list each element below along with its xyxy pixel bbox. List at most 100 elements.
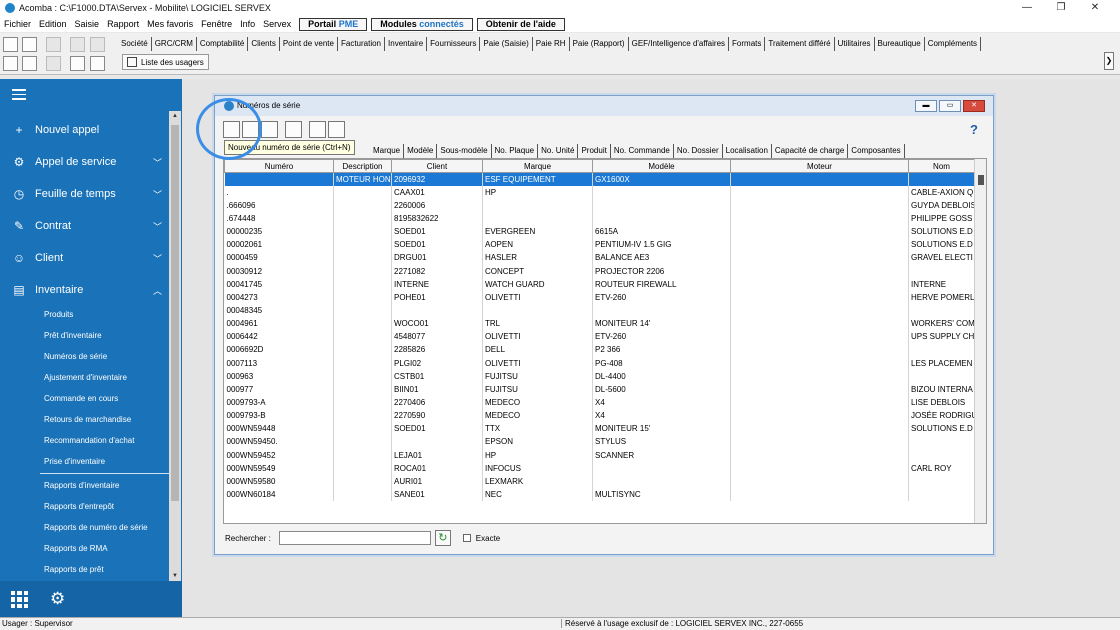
module-tab-fournisseurs[interactable]: Fournisseurs [427,37,481,51]
menu-info[interactable]: Info [240,19,255,29]
table-row[interactable]: 000WN59452 LEJA01 HP SCANNER [224,448,975,462]
table-row[interactable]: 0009793-B 2270590 MEDECO X4 JOSÉE RODRIGU [224,409,975,423]
sidebar-subitem-pret-d-inventaire[interactable]: Prêt d'inventaire [44,331,102,340]
menu-servex[interactable]: Servex [263,19,291,29]
chevron-icon[interactable]: ﹀ [153,220,162,233]
table-row[interactable]: 0000459 DRGU01 HASLER BALANCE AE3 GRAVEL ELE… [224,251,975,265]
undo-icon[interactable] [46,37,61,52]
toolbar-scroll-right-icon[interactable]: ❯ [1104,52,1114,70]
duplicate-serial-icon[interactable] [261,121,278,138]
table-row[interactable]: 00000235 SOED01 EVERGREEN 6615A SOLUTIONS E.… [224,225,975,239]
sidebar-subitem-rapports-de-numero-de-serie[interactable]: Rapports de numéro de série [44,523,148,532]
chevron-icon[interactable]: ﹀ [153,252,162,265]
dialog-minimize-icon[interactable]: ▬ [915,100,937,112]
filter-tab-no-plaque[interactable]: No. Plaque [492,144,539,158]
grid-vertical-scrollbar[interactable] [974,159,986,523]
chevron-icon[interactable]: ﹀ [153,188,162,201]
filter-tab-localisation[interactable]: Localisation [723,144,772,158]
search-go-icon[interactable]: ↻ [434,530,451,546]
cut-tool-icon[interactable] [3,37,18,52]
paste-icon[interactable] [70,56,85,71]
help-icon[interactable]: ? [970,122,978,137]
menu-favoris[interactable]: Mes favoris [147,19,193,29]
chevron-icon[interactable]: ︿ [153,284,162,297]
print-tool-icon[interactable] [22,37,37,52]
module-tab-utilitaires[interactable]: Utilitaires [835,37,875,51]
module-tab-grc-crm[interactable]: GRC/CRM [152,37,197,51]
table-row[interactable]: 00002061 SOED01 AOPEN PENTIUM-IV 1.5 GIG SOL… [224,238,975,252]
column-header-marque[interactable]: Marque [482,159,593,173]
filter-tab-no-unite[interactable]: No. Unité [538,144,579,158]
minimize-icon[interactable]: — [1010,0,1044,16]
sidebar-subitem-numeros-de-serie[interactable]: Numéros de série [44,352,107,361]
table-row[interactable]: 000WN59549 ROCA01 INFOCUS CARL ROY [224,461,975,475]
restore-icon[interactable]: ❐ [1044,0,1078,16]
binoculars-icon[interactable] [22,56,37,71]
column-header-nom[interactable]: Nom [908,159,975,173]
sidebar-subitem-produits[interactable]: Produits [44,310,73,319]
table-row[interactable]: 000WN60184 SANE01 NEC MULTISYNC [224,487,975,502]
sidebar-subitem-rapports-d-inventaire[interactable]: Rapports d'inventaire [44,481,119,490]
filter-tab-produit[interactable]: Produit [578,144,611,158]
sidebar-scrollbar[interactable]: ▲ ▼ [169,111,181,581]
module-tab-paie-rapport[interactable]: Paie (Rapport) [570,37,629,51]
module-tab-gef-intelligence-d-affaires[interactable]: GEF/Intelligence d'affaires [629,37,730,51]
column-header-client[interactable]: Client [391,159,483,173]
table-row[interactable]: 00030912 2271082 CONCEPT PROJECTOR 2206 [224,264,975,278]
filter-tab-modele[interactable]: Modèle [404,144,438,158]
table-row[interactable]: 000WN59448 SOED01 TTX MONITEUR 15' SOLUTIONS… [224,422,975,436]
sidebar-item-contrat[interactable]: ✎ Contrat ﹀ [12,219,162,233]
sidebar-item-client[interactable]: ☺ Client ﹀ [12,251,162,265]
sidebar-subitem-retours-de-marchandise[interactable]: Retours de marchandise [44,415,131,424]
grid-scroll-thumb[interactable] [978,175,984,185]
filter-tab-marque[interactable]: Marque [370,144,405,158]
search-input[interactable] [278,531,431,545]
module-tab-paie-saisie[interactable]: Paie (Saisie) [480,37,533,51]
filter-tab-no-commande[interactable]: No. Commande [611,144,674,158]
module-tab-inventaire[interactable]: Inventaire [385,37,428,51]
filter-tab-no-dossier[interactable]: No. Dossier [674,144,723,158]
menu-edition[interactable]: Edition [39,19,67,29]
table-row[interactable]: 0007113 PLGI02 OLIVETTI PG-408 LES PLACEMEN [224,356,975,370]
sidebar-subitem-rapports-d-entrepot[interactable]: Rapports d'entrepôt [44,502,114,511]
menu-fenetre[interactable]: Fenêtre [201,19,232,29]
close-icon[interactable]: ✕ [1078,0,1112,16]
sidebar-subitem-recommandation-d-achat[interactable]: Recommandation d'achat [44,436,134,445]
module-tab-clients[interactable]: Clients [248,37,280,51]
table-row[interactable]: 0004273 POHE01 OLIVETTI ETV-260 HERVE POMERL [224,290,975,304]
export-icon[interactable] [90,56,105,71]
module-tab-complements[interactable]: Compléments [925,37,982,51]
table-row[interactable]: 000WN59580 AURI01 LEXMARK [224,474,975,488]
copy-icon[interactable] [90,37,105,52]
module-tab-point-de-vente[interactable]: Point de vente [280,37,338,51]
table-row[interactable]: 00041745 INTERNE WATCH GUARD ROUTEUR FIREWA… [224,277,975,291]
sidebar-item-nouvel-appel[interactable]: + Nouvel appel [12,123,162,137]
dialog-maximize-icon[interactable]: ▭ [939,100,961,112]
users-list-button[interactable]: Liste des usagers [122,54,209,70]
column-header-modele[interactable]: Modèle [592,159,731,173]
table-row[interactable]: 00048345 [224,303,975,318]
module-tab-traitement-differe[interactable]: Traitement différé [765,37,835,51]
table-row[interactable]: 000977 BIIN01 FUJITSU DL-5600 BIZOU INTERNA [224,382,975,396]
settings-serial-icon[interactable] [328,121,345,138]
table-row[interactable]: 0004961 WOCO01 TRL MONITEUR 14' WORKERS' COM [224,317,975,331]
table-row[interactable]: 000WN59450. EPSON STYLUS [224,435,975,449]
sidebar-subitem-rapports-de-rma[interactable]: Rapports de RMA [44,544,108,553]
exact-checkbox[interactable] [462,534,471,542]
table-row[interactable]: .666096 2260006 GUYDA DEBLOIS [224,198,975,212]
redo-icon[interactable] [46,56,61,71]
menu-fichier[interactable]: Fichier [4,19,31,29]
module-tab-bureautique[interactable]: Bureautique [875,37,925,51]
filter-tab-sous-modele[interactable]: Sous-modèle [437,144,492,158]
sidebar-item-inventaire[interactable]: ▤ Inventaire ︿ [12,283,162,297]
settings-gear-icon[interactable]: ⚙ [50,589,65,609]
scissors-icon[interactable] [70,37,85,52]
table-row[interactable]: MOTEUR HONDA2096932ESF EQUIPEMENTGX1600X [224,172,975,186]
sidebar-subitem-prise-d-inventaire[interactable]: Prise d'inventaire [44,457,105,466]
table-row[interactable]: 000963 CSTB01 FUJITSU DL-4400 [224,369,975,383]
sidebar-subitem-rapports-de-pret[interactable]: Rapports de prêt [44,565,104,574]
sidebar-item-appel-de-service[interactable]: ⚙ Appel de service ﹀ [12,155,162,169]
table-row[interactable]: . CAAX01 HP CABLE-AXION Q [224,185,975,199]
portail-pme-button[interactable]: Portail PME [299,17,368,31]
obtenir-aide-button[interactable]: Obtenir de l'aide [476,17,565,31]
